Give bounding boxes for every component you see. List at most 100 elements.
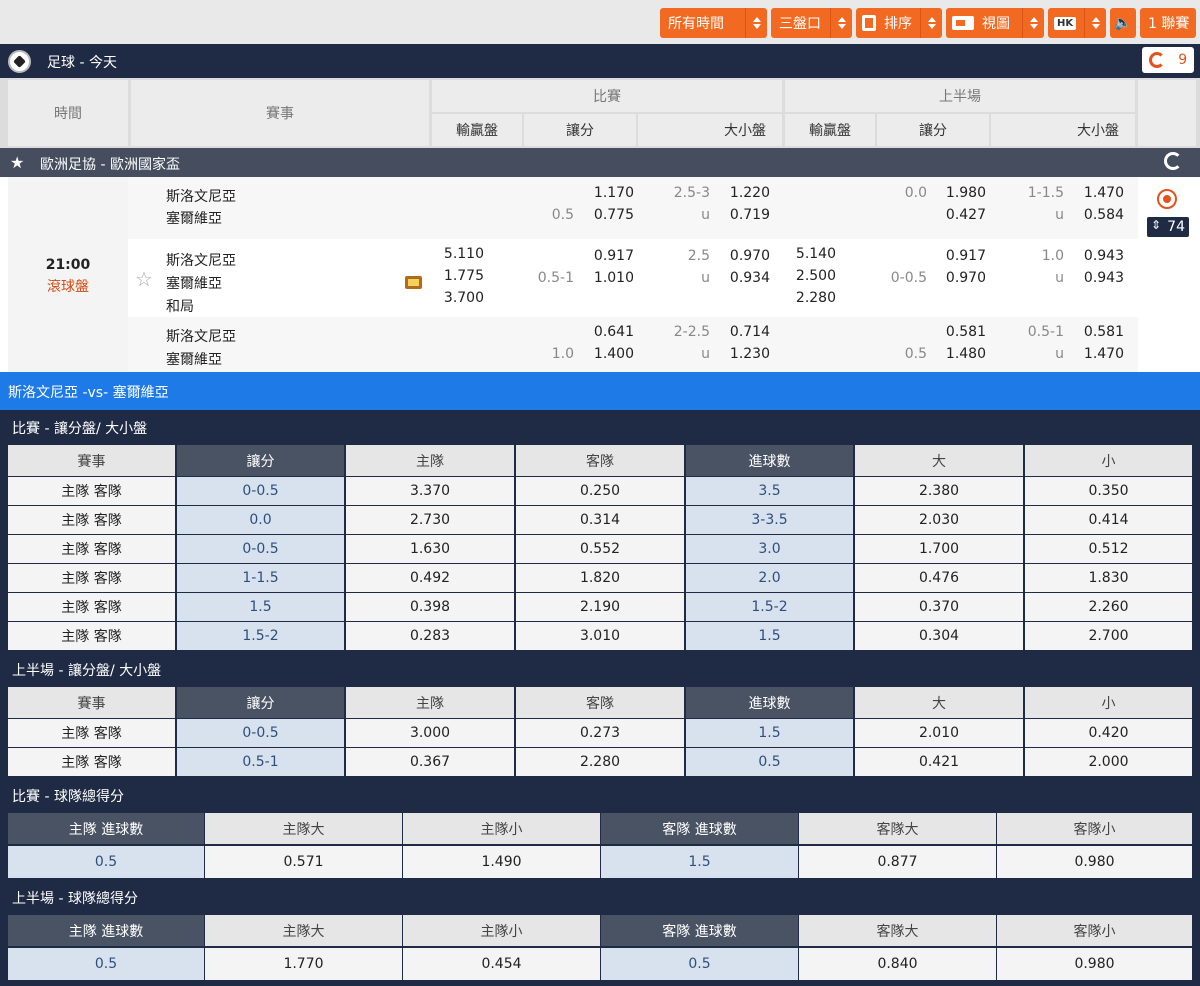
line-value: 3-3.5 xyxy=(686,506,853,534)
line-value: 0-0.5 xyxy=(177,477,344,505)
odds-value[interactable]: 2.280 xyxy=(782,290,836,306)
odds-value[interactable]: 0.552 xyxy=(516,535,684,563)
odds-value[interactable]: 0.714 xyxy=(716,324,770,340)
odds-value[interactable]: 0.492 xyxy=(346,564,514,592)
odds-value[interactable]: 1.770 xyxy=(205,948,402,980)
odds-value[interactable]: 0.970 xyxy=(932,270,986,286)
sort-dropdown[interactable]: 排序 xyxy=(856,8,942,38)
speaker-icon: 🔈 xyxy=(1114,15,1132,31)
odds-value[interactable]: 3.700 xyxy=(430,290,484,306)
odds-value[interactable]: 1.820 xyxy=(516,564,684,592)
odds-value[interactable]: 0.304 xyxy=(855,622,1023,650)
odds-value[interactable]: 1.980 xyxy=(932,185,986,201)
odds-value[interactable]: 1.480 xyxy=(932,346,986,362)
h1-ou-line: 1.0 xyxy=(1041,248,1064,264)
time-filter-dropdown[interactable]: 所有時間 xyxy=(660,8,767,38)
odds-value[interactable]: 0.273 xyxy=(516,719,684,747)
section-title: 比賽 - 球隊總得分 xyxy=(12,789,124,805)
odds-value[interactable]: 3.000 xyxy=(346,719,514,747)
h1-team-total-table: 主隊 進球數 主隊大 主隊小 客隊 進球數 客隊大 客隊小 0.5 1.770 0.454 0.5… xyxy=(0,914,1200,986)
team-home: 斯洛文尼亞 xyxy=(166,329,236,345)
odds-value[interactable]: 0.398 xyxy=(346,593,514,621)
odds-value[interactable]: 0.877 xyxy=(799,846,996,878)
odds-value[interactable]: 1.170 xyxy=(580,185,634,201)
odds-value[interactable]: 0.512 xyxy=(1025,535,1192,563)
odds-value[interactable]: 0.420 xyxy=(1025,719,1192,747)
ft-team-total-table: 主隊 進球數 主隊大 主隊小 客隊 進球數 客隊大 客隊小 0.5 0.571 1.490 1.5… xyxy=(0,812,1200,880)
league-header[interactable]: ★ 歐洲足協 - 歐洲國家盃 xyxy=(0,148,1200,177)
odds-value[interactable]: 5.110 xyxy=(430,246,484,262)
odds-value[interactable]: 2.380 xyxy=(855,477,1023,505)
refresh-icon[interactable] xyxy=(1164,152,1182,170)
odds-value[interactable]: 3.010 xyxy=(516,622,684,650)
odds-value[interactable]: 0.584 xyxy=(1070,207,1124,223)
refresh-button[interactable]: 9 xyxy=(1142,47,1194,73)
odds-value[interactable]: 1.700 xyxy=(855,535,1023,563)
odds-value[interactable]: 2.190 xyxy=(516,593,684,621)
odds-value[interactable]: 0.421 xyxy=(855,748,1023,776)
odds-value[interactable]: 0.917 xyxy=(580,248,634,264)
section-title: 上半場 - 讓分盤/ 大小盤 xyxy=(12,663,162,679)
odds-value[interactable]: 1.220 xyxy=(716,185,770,201)
odds-value[interactable]: 3.370 xyxy=(346,477,514,505)
odds-value[interactable]: 0.943 xyxy=(1070,248,1124,264)
first-half-header: 上半場 xyxy=(785,80,1135,112)
odds-value[interactable]: 0.476 xyxy=(855,564,1023,592)
favorite-star-icon[interactable]: ☆ xyxy=(135,267,153,291)
odds-value[interactable]: 0.350 xyxy=(1025,477,1192,505)
odds-value[interactable]: 2.500 xyxy=(782,268,836,284)
column-header: 賽事 xyxy=(8,445,175,476)
lines-dropdown[interactable]: 三盤口 xyxy=(771,8,852,38)
sound-button[interactable]: 🔈 xyxy=(1110,8,1136,38)
odds-value[interactable]: 0.917 xyxy=(932,248,986,264)
odds-value[interactable]: 1.470 xyxy=(1070,346,1124,362)
odds-value[interactable]: 0.370 xyxy=(855,593,1023,621)
odds-value[interactable]: 1.490 xyxy=(403,846,600,878)
odds-value[interactable]: 1.775 xyxy=(430,268,484,284)
odds-value[interactable]: 2.260 xyxy=(1025,593,1192,621)
column-header: 客隊小 xyxy=(997,915,1192,946)
odds-value[interactable]: 0.980 xyxy=(997,846,1192,878)
odds-value[interactable]: 2.700 xyxy=(1025,622,1192,650)
odds-value[interactable]: 2.010 xyxy=(855,719,1023,747)
odds-value[interactable]: 0.980 xyxy=(997,948,1192,980)
odds-value[interactable]: 0.581 xyxy=(1070,324,1124,340)
time-column-header: 時間 xyxy=(8,80,128,146)
odds-value[interactable]: 0.414 xyxy=(1025,506,1192,534)
odds-value[interactable]: 1.630 xyxy=(346,535,514,563)
odds-value[interactable]: 0.970 xyxy=(716,248,770,264)
line-value: 3.5 xyxy=(686,477,853,505)
odds-value[interactable]: 2.030 xyxy=(855,506,1023,534)
odds-value[interactable]: 0.283 xyxy=(346,622,514,650)
odds-value[interactable]: 2.280 xyxy=(516,748,684,776)
odds-value[interactable]: 5.140 xyxy=(782,246,836,262)
tv-icon[interactable] xyxy=(405,276,422,289)
odds-value[interactable]: 0.250 xyxy=(516,477,684,505)
odds-value[interactable]: 1.400 xyxy=(580,346,634,362)
odds-value[interactable]: 0.641 xyxy=(580,324,634,340)
odds-value[interactable]: 1.230 xyxy=(716,346,770,362)
league-count-button[interactable]: 1 聯賽 xyxy=(1140,8,1196,38)
odds-value[interactable]: 0.314 xyxy=(516,506,684,534)
odds-value[interactable]: 0.943 xyxy=(1070,270,1124,286)
odds-value[interactable]: 0.840 xyxy=(799,948,996,980)
odds-value[interactable]: 2.000 xyxy=(1025,748,1192,776)
view-dropdown[interactable]: 視圖 xyxy=(946,8,1044,38)
odds-value[interactable]: 1.010 xyxy=(580,270,634,286)
more-bets-button[interactable]: 74 xyxy=(1147,217,1189,237)
statistics-icon[interactable] xyxy=(1157,189,1177,209)
odds-value[interactable]: 0.775 xyxy=(580,207,634,223)
odds-value[interactable]: 2.730 xyxy=(346,506,514,534)
odds-value[interactable]: 0.581 xyxy=(932,324,986,340)
odds-value[interactable]: 0.934 xyxy=(716,270,770,286)
star-icon[interactable]: ★ xyxy=(10,153,24,172)
odds-format-dropdown[interactable]: HK xyxy=(1048,8,1106,38)
odds-value[interactable]: 0.427 xyxy=(932,207,986,223)
odds-value[interactable]: 0.571 xyxy=(205,846,402,878)
odds-value[interactable]: 0.454 xyxy=(403,948,600,980)
odds-value[interactable]: 1.470 xyxy=(1070,185,1124,201)
odds-value[interactable]: 1.830 xyxy=(1025,564,1192,592)
odds-value[interactable]: 0.367 xyxy=(346,748,514,776)
odds-value[interactable]: 0.719 xyxy=(716,207,770,223)
ft-hdp-ou-section-header: 比賽 - 讓分盤/ 大小盤 xyxy=(0,410,1200,444)
